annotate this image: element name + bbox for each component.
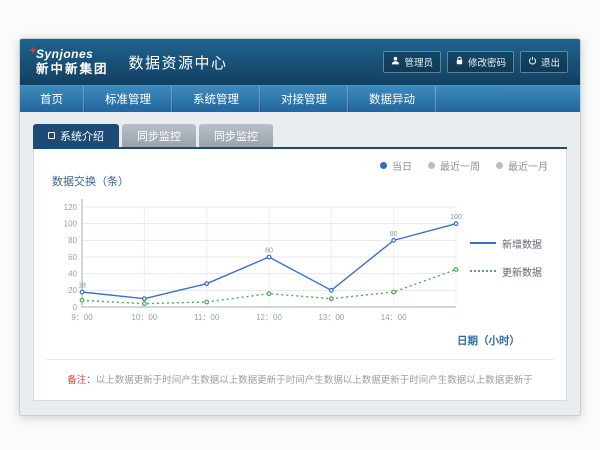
lock-icon [455, 56, 464, 68]
svg-text:11：00: 11：00 [194, 313, 220, 322]
nav-item-standard-mgmt[interactable]: 标准管理 [84, 86, 172, 112]
filter-last-week-label: 最近一周 [440, 158, 480, 173]
logo-star-icon [29, 44, 37, 52]
nav-item-system-mgmt[interactable]: 系统管理 [172, 86, 260, 112]
logo-subtext: 新中新集团 [36, 63, 109, 76]
note-text: 以上数据更新于时间产生数据以上数据更新于时间产生数据以上数据更新于时间产生数据以… [96, 375, 533, 386]
tab-system-intro[interactable]: 系统介绍 [33, 124, 119, 147]
nav-item-data-change[interactable]: 数据异动 [348, 86, 436, 112]
desktop-background: Synjones 新中新集团 数据资源中心 管理员 修改密码 [0, 0, 600, 450]
svg-text:14：00: 14：00 [381, 313, 407, 322]
app-header: Synjones 新中新集团 数据资源中心 管理员 修改密码 [20, 39, 580, 85]
svg-text:10：00: 10：00 [131, 313, 157, 322]
main-nav: 首页 标准管理 系统管理 对接管理 数据异动 [20, 85, 580, 112]
note-label: 备注： [67, 375, 96, 386]
logout-button-label: 退出 [541, 55, 560, 69]
new-data-line-icon [470, 242, 496, 244]
change-password-button[interactable]: 修改密码 [447, 51, 514, 73]
line-chart: 9：00 10：00 11：00 12：00 13：00 14：00 0 20 40 60 80 10… [46, 191, 466, 341]
filter-legend: 当日 最近一周 最近一月 [380, 158, 548, 173]
nav-item-home[interactable]: 首页 [20, 86, 84, 112]
svg-text:20: 20 [68, 286, 77, 295]
svg-text:100: 100 [64, 219, 78, 228]
logo: Synjones 新中新集团 [32, 48, 109, 76]
filter-item-last-month[interactable]: 最近一月 [496, 158, 548, 173]
user-icon [391, 56, 400, 68]
admin-button[interactable]: 管理员 [383, 51, 441, 73]
svg-text:120: 120 [64, 203, 78, 212]
change-password-button-label: 修改密码 [468, 55, 506, 69]
filter-item-today[interactable]: 当日 [380, 158, 412, 173]
nav-item-connection-mgmt[interactable]: 对接管理 [260, 86, 348, 112]
last-month-dot-icon [496, 162, 503, 169]
svg-text:12：00: 12：00 [256, 313, 282, 322]
tab-strip: 系统介绍 同步监控 同步监控 [33, 124, 567, 149]
tab-sync-monitor-1-label: 同步监控 [137, 128, 181, 144]
tab-sync-monitor-1[interactable]: 同步监控 [122, 124, 196, 147]
user-actions: 管理员 修改密码 退出 [383, 51, 568, 73]
svg-text:60: 60 [68, 253, 77, 262]
filter-last-month-label: 最近一月 [508, 158, 548, 173]
tab-icon [48, 132, 55, 139]
tab-system-intro-label: 系统介绍 [60, 128, 104, 144]
svg-text:9：00: 9：00 [71, 313, 93, 322]
logo-text: Synjones [36, 48, 109, 61]
tab-sync-monitor-2-label: 同步监控 [214, 128, 258, 144]
today-dot-icon [380, 162, 387, 169]
svg-text:100: 100 [450, 214, 462, 221]
svg-text:80: 80 [390, 231, 398, 238]
svg-text:60: 60 [265, 248, 273, 255]
svg-text:18: 18 [78, 283, 86, 290]
filter-today-label: 当日 [392, 158, 412, 173]
chart-panel: 当日 最近一周 最近一月 数据交换（条） 9：00 10：00 11：00 12：00… [33, 149, 567, 401]
updated-data-line-icon [470, 270, 496, 272]
y-axis-title: 数据交换（条） [52, 173, 554, 189]
legend-updated-data-label: 更新数据 [502, 264, 542, 279]
svg-text:0: 0 [73, 303, 78, 312]
last-week-dot-icon [428, 162, 435, 169]
series-legend: 新增数据 更新数据 [470, 191, 542, 341]
tab-sync-monitor-2[interactable]: 同步监控 [199, 124, 273, 147]
svg-text:80: 80 [68, 236, 77, 245]
app-title: 数据资源中心 [129, 52, 228, 73]
filter-item-last-week[interactable]: 最近一周 [428, 158, 480, 173]
x-axis-title: 日期（小时） [46, 333, 554, 348]
chart-row: 9：00 10：00 11：00 12：00 13：00 14：00 0 20 40 60 80 10… [46, 191, 554, 341]
app-window: Synjones 新中新集团 数据资源中心 管理员 修改密码 [19, 38, 581, 416]
admin-button-label: 管理员 [404, 55, 433, 69]
logout-button[interactable]: 退出 [520, 51, 568, 73]
legend-item-updated-data[interactable]: 更新数据 [470, 264, 542, 279]
content-area: 系统介绍 同步监控 同步监控 当日 最近一周 [20, 112, 580, 415]
note: 备注：以上数据更新于时间产生数据以上数据更新于时间产生数据以上数据更新于时间产生… [46, 359, 554, 392]
legend-item-new-data[interactable]: 新增数据 [470, 236, 542, 251]
legend-new-data-label: 新增数据 [502, 236, 542, 251]
svg-text:13：00: 13：00 [318, 313, 344, 322]
logo-en-label: Synjones [36, 47, 93, 61]
svg-text:40: 40 [68, 269, 77, 278]
logout-icon [528, 56, 537, 68]
